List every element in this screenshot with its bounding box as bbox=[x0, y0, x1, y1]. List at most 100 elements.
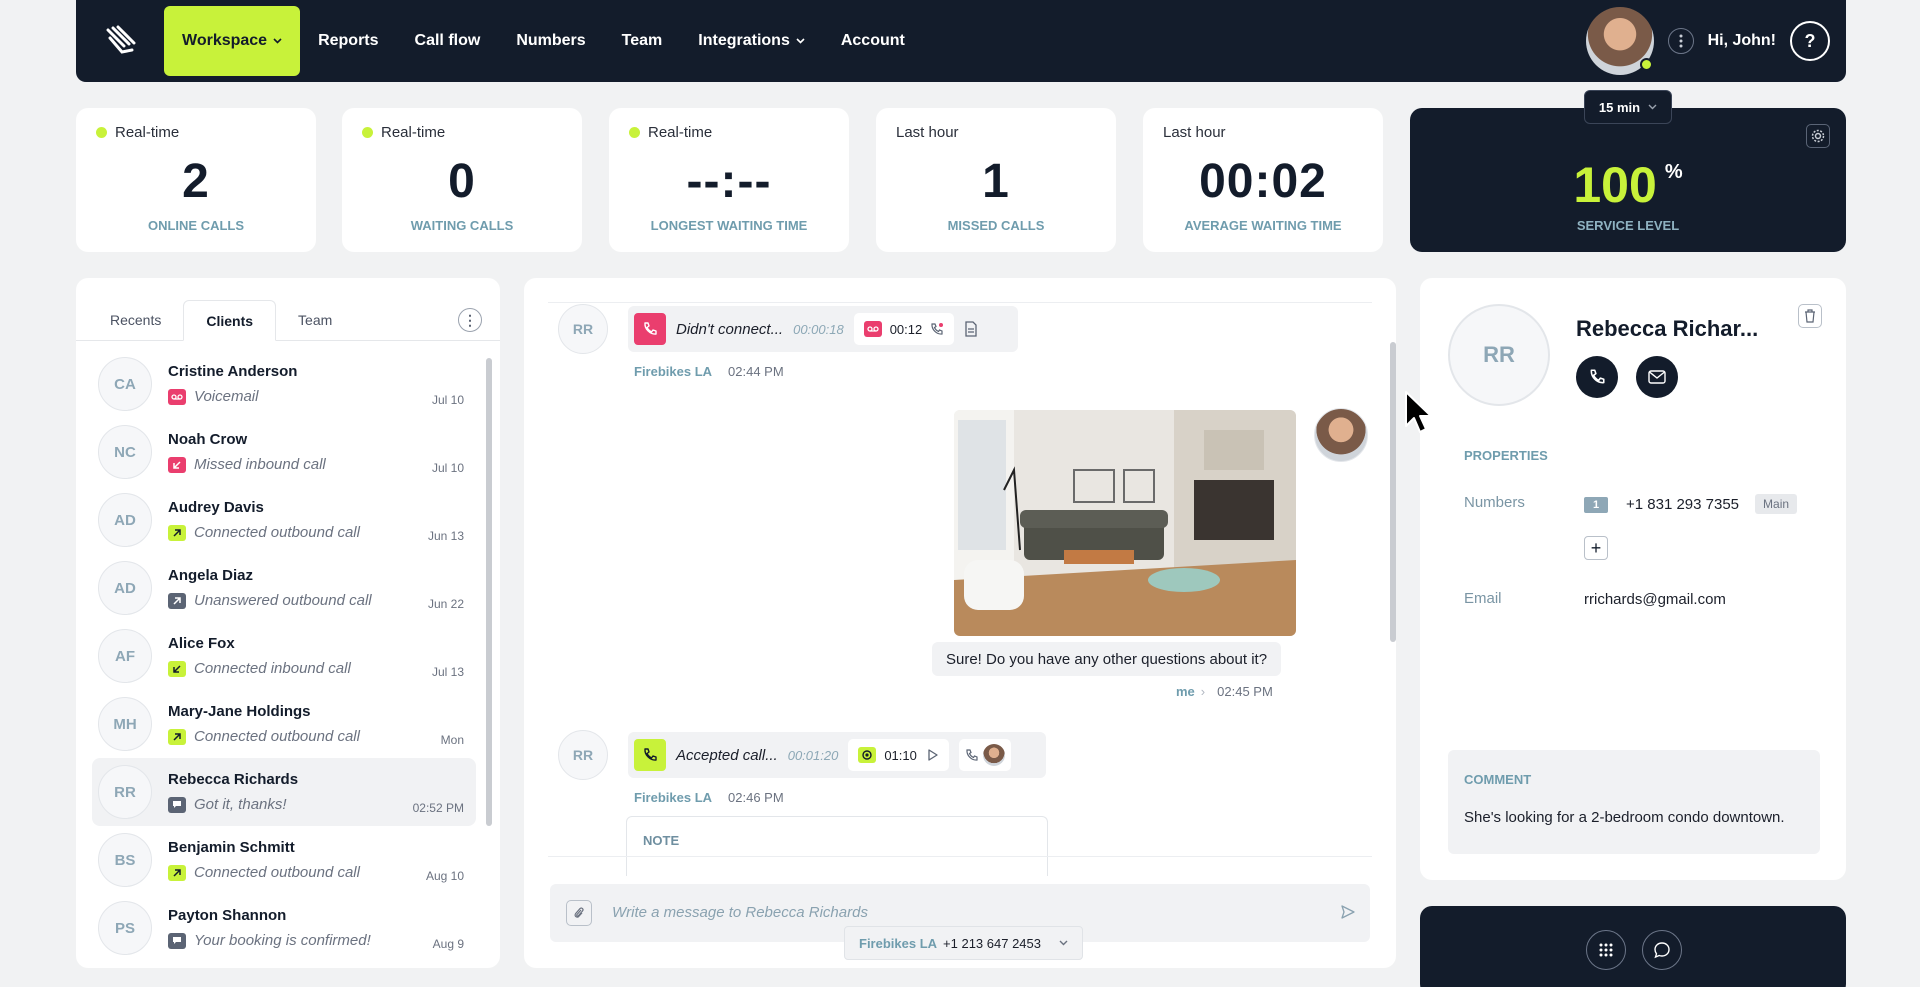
contact-list-item[interactable]: AF Alice Fox Connected inbound call Jul 13 bbox=[92, 622, 476, 690]
contact-name: Noah Crow bbox=[168, 431, 248, 448]
activity-date: Jun 22 bbox=[427, 597, 464, 611]
activity-text: Connected outbound call bbox=[194, 524, 360, 541]
nav-item-label: Workspace bbox=[182, 32, 268, 49]
quick-actions-dock bbox=[1420, 906, 1846, 987]
contact-name: Rebecca Richar... bbox=[1576, 316, 1759, 341]
stat-label-text: Last hour bbox=[1163, 124, 1226, 141]
contact-avatar: MH bbox=[98, 697, 152, 751]
stat-card: Real-time 0 WAITING CALLS bbox=[342, 108, 582, 252]
call-button[interactable] bbox=[1576, 356, 1618, 398]
call-card-missed[interactable]: Didn't connect... 00:00:18 00:12 bbox=[628, 306, 1018, 352]
contact-last-activity: Connected outbound call bbox=[168, 728, 360, 745]
dialpad-button[interactable] bbox=[1586, 930, 1626, 970]
chevron-down-icon bbox=[1648, 104, 1657, 110]
stat-caption: ONLINE CALLS bbox=[147, 218, 245, 233]
logo[interactable] bbox=[76, 0, 166, 82]
gear-icon[interactable] bbox=[1806, 124, 1830, 148]
chevron-down-icon bbox=[1059, 940, 1068, 946]
activity-text: Your booking is confirmed! bbox=[194, 932, 371, 949]
from-number-select[interactable]: Firebikes LA +1 213 647 2453 bbox=[844, 926, 1083, 960]
contact-avatar: AD bbox=[98, 561, 152, 615]
user-avatar[interactable] bbox=[1585, 7, 1654, 75]
mouse-cursor-icon bbox=[1405, 391, 1432, 433]
contact-list-item[interactable]: CA Cristine Anderson Voicemail Jul 10 bbox=[92, 350, 476, 418]
contact-info: Rebecca Richards Got it, thanks! bbox=[168, 771, 298, 813]
call-duration: 00:01:20 bbox=[787, 747, 839, 763]
contact-list-item[interactable]: BS Benjamin Schmitt Connected outbound cal… bbox=[92, 826, 476, 894]
activity-date: Jul 13 bbox=[431, 665, 464, 679]
stat-value: 2 bbox=[182, 155, 210, 208]
activity-date: Jul 10 bbox=[431, 393, 464, 407]
voicemail-player[interactable]: 00:12 bbox=[853, 313, 955, 345]
nav-item-label: Numbers bbox=[516, 32, 586, 49]
contact-list-item[interactable]: NC Noah Crow Missed inbound call Jul 10 bbox=[92, 418, 476, 486]
stat-label: Real-time bbox=[362, 124, 445, 141]
chat-button[interactable] bbox=[1642, 930, 1682, 970]
contact-details-panel: RR Rebecca Richar... PROPERTIES Numbers … bbox=[1420, 278, 1846, 880]
email-button[interactable] bbox=[1636, 356, 1678, 398]
tab-team[interactable]: Team bbox=[276, 299, 354, 340]
nav-workspace[interactable]: Workspace bbox=[164, 6, 301, 76]
nav-account[interactable]: Account bbox=[823, 6, 923, 76]
contact-avatar: PS bbox=[98, 901, 152, 955]
contact-avatar: NC bbox=[98, 425, 152, 479]
interval-dropdown[interactable]: 15 min bbox=[1584, 90, 1672, 124]
contact-name: Mary-Jane Holdings bbox=[168, 703, 311, 720]
phone-icon bbox=[634, 313, 666, 345]
activity-date: Jun 13 bbox=[427, 529, 464, 543]
stat-card: Last hour 1 MISSED CALLS bbox=[876, 108, 1116, 252]
more-options-icon[interactable] bbox=[1667, 28, 1694, 54]
panel-menu-icon[interactable]: ⋮ bbox=[458, 308, 482, 332]
outbound-arrow-icon bbox=[168, 592, 186, 609]
activity-text: Voicemail bbox=[194, 388, 259, 405]
stat-label: Last hour bbox=[896, 124, 959, 141]
room-photo[interactable] bbox=[954, 410, 1296, 636]
contact-last-activity: Connected outbound call bbox=[168, 864, 360, 881]
contact-list-item[interactable]: AD Audrey Davis Connected outbound call Jun… bbox=[92, 486, 476, 554]
nav-item-label: Reports bbox=[318, 32, 379, 49]
live-indicator-dot bbox=[362, 127, 373, 138]
nav-numbers[interactable]: Numbers bbox=[498, 6, 603, 76]
comment-text: She's looking for a 2-bedroom condo down… bbox=[1464, 809, 1785, 826]
call-status-text: Accepted call... bbox=[676, 746, 778, 764]
tab-clients[interactable]: Clients bbox=[183, 300, 277, 341]
recording-player[interactable]: 01:10 bbox=[848, 739, 949, 771]
message-meta: me › 02:45 PM bbox=[1176, 684, 1273, 699]
conversation-panel: RR Didn't connect... 00:00:18 00:12 Fire… bbox=[524, 278, 1396, 968]
contact-list-item[interactable]: PS Payton Shannon Your booking is confirme… bbox=[92, 894, 476, 962]
contact-name: Cristine Anderson bbox=[168, 363, 298, 380]
nav-call-flow[interactable]: Call flow bbox=[397, 6, 499, 76]
delete-contact-icon[interactable] bbox=[1798, 304, 1822, 328]
contacts-scrollbar[interactable] bbox=[486, 358, 492, 826]
phone-icon bbox=[634, 739, 666, 771]
tab-recents[interactable]: Recents bbox=[88, 299, 183, 340]
email-value[interactable]: rrichards@gmail.com bbox=[1584, 591, 1726, 608]
add-number-button[interactable]: + bbox=[1584, 536, 1608, 560]
contact-name: Payton Shannon bbox=[168, 907, 287, 924]
send-icon[interactable] bbox=[1340, 904, 1356, 920]
contact-info: Cristine Anderson Voicemail bbox=[168, 363, 297, 405]
contact-info: Audrey Davis Connected outbound call bbox=[168, 499, 360, 541]
callback-icon[interactable] bbox=[930, 322, 944, 336]
play-icon[interactable] bbox=[925, 748, 939, 762]
message-input[interactable]: Write a message to Rebecca Richards bbox=[612, 904, 868, 921]
call-card-accepted[interactable]: Accepted call... 00:01:20 01:10 bbox=[628, 732, 1046, 778]
nav-reports[interactable]: Reports bbox=[300, 6, 396, 76]
contact-list-item[interactable]: RR Rebecca Richards Got it, thanks! 02:52 P… bbox=[92, 758, 476, 826]
transcript-icon[interactable] bbox=[964, 321, 978, 337]
contact-avatar-small: RR bbox=[558, 304, 608, 354]
contact-avatar: RR bbox=[98, 765, 152, 819]
nav-team[interactable]: Team bbox=[604, 6, 681, 76]
conversation-scrollbar[interactable] bbox=[1390, 342, 1396, 642]
comment-box[interactable]: COMMENT She's looking for a 2-bedroom co… bbox=[1448, 750, 1820, 854]
contact-list-item[interactable]: AD Angela Diaz Unanswered outbound call Jun… bbox=[92, 554, 476, 622]
call-note[interactable]: NOTE bbox=[626, 816, 1048, 876]
logo-icon bbox=[106, 25, 136, 54]
nav-integrations[interactable]: Integrations bbox=[680, 6, 823, 76]
help-button[interactable]: ? bbox=[1790, 21, 1830, 61]
contact-list-item[interactable]: MH Mary-Jane Holdings Connected outbound c… bbox=[92, 690, 476, 758]
phone-number-row[interactable]: 1 +1 831 293 7355 Main bbox=[1584, 494, 1798, 514]
call-participants bbox=[958, 739, 1011, 771]
contact-avatar: AF bbox=[98, 629, 152, 683]
attachment-icon[interactable] bbox=[566, 900, 592, 926]
